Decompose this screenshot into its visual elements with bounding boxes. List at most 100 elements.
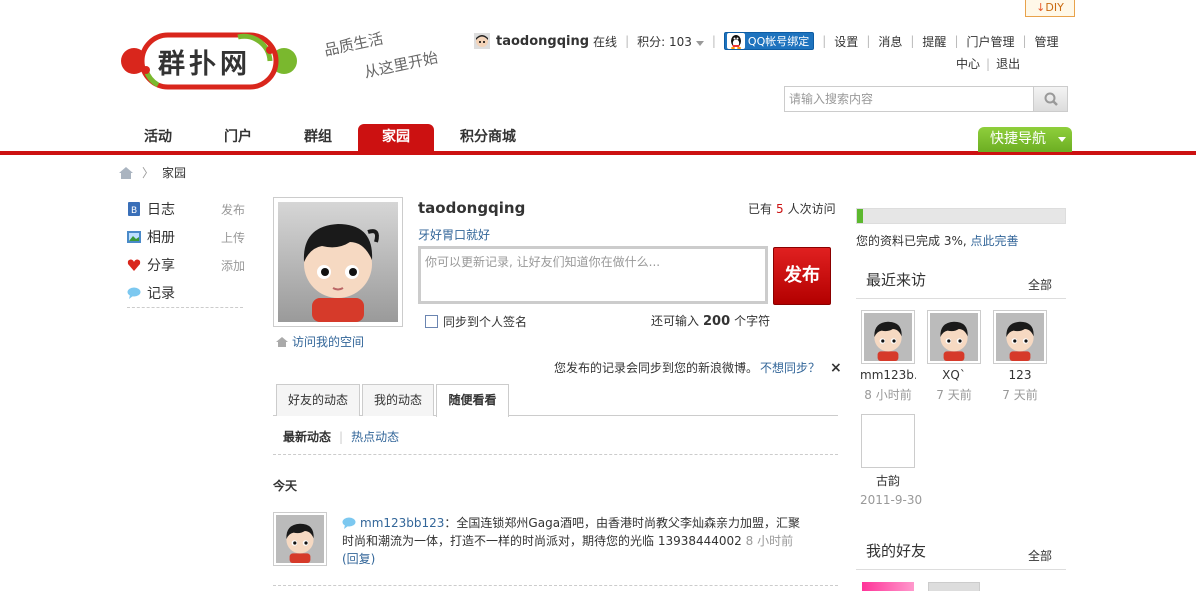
publish-button[interactable]: 发布 (773, 247, 831, 305)
nav-item-activity[interactable]: 活动 (118, 124, 198, 152)
album-upload-link[interactable]: 上传 (221, 229, 245, 246)
visitor-name[interactable]: 123 (992, 368, 1048, 382)
sidebar-item-label: 记录 (147, 286, 175, 302)
cartoon-avatar-image (930, 313, 978, 361)
search-icon (1044, 92, 1058, 106)
tab-browse[interactable]: 随便看看 (436, 384, 509, 417)
visit-count: 已有 5 人次访问 (748, 200, 836, 217)
tab-friends-feed[interactable]: 好友的动态 (276, 384, 360, 416)
sync-signature-label: 同步到个人签名 (443, 315, 528, 329)
nav-item-points-mall[interactable]: 积分商城 (434, 124, 542, 152)
weibo-opt-out-link[interactable]: 不想同步？ (760, 359, 820, 376)
sidebar-item-label: 日志 (147, 202, 175, 218)
close-icon[interactable]: × (830, 360, 842, 376)
visitor-time: 2011-9-30 (860, 493, 923, 507)
sync-signature-checkbox[interactable] (425, 315, 438, 328)
friend-avatar[interactable] (928, 582, 980, 591)
settings-link[interactable]: 设置 (834, 33, 858, 50)
visit-count-prefix: 已有 (748, 202, 773, 216)
section-divider (856, 298, 1066, 299)
friend-avatar[interactable] (862, 582, 914, 591)
qq-bind-label: QQ帐号绑定 (747, 35, 810, 48)
user-bar: taodongqing 在线 | 积分: 103 | QQ帐号绑定 | 设置 | … (474, 31, 1059, 51)
logout-link[interactable]: 退出 (996, 57, 1020, 71)
visitor-avatar[interactable] (861, 414, 915, 468)
tab-my-feed[interactable]: 我的动态 (362, 384, 434, 416)
visitor-avatar[interactable] (993, 310, 1047, 364)
logo-text: 群扑网 (158, 49, 251, 80)
recent-visitors-all-link[interactable]: 全部 (1028, 276, 1052, 293)
user-bar-row2: 中心 | 退出 (956, 57, 1021, 71)
feed-divider (273, 585, 838, 586)
profile-complete-label: 您的资料已完成 3%, (856, 234, 967, 248)
speech-bubble-icon (127, 287, 141, 299)
sidebar-item-blog[interactable]: B 日志 发布 (127, 195, 245, 223)
subtab-hot[interactable]: 热点动态 (351, 428, 399, 445)
nav-item-portal[interactable]: 门户 (198, 124, 278, 152)
notifications-link[interactable]: 提醒 (922, 33, 946, 50)
blog-icon: B (128, 202, 140, 216)
quick-nav-button[interactable]: 快捷导航 (978, 127, 1072, 152)
visitor-avatar[interactable] (927, 310, 981, 364)
visitor-name[interactable]: 古韵 (860, 472, 916, 489)
sidebar-item-album[interactable]: 相册 上传 (127, 223, 245, 251)
visitor-name[interactable]: XQ` (926, 368, 982, 382)
slogan-line-2: 从这里开始 (362, 48, 440, 82)
visitor-item[interactable]: 古韵 2011-9-30 (860, 414, 923, 507)
feed-reply-link[interactable]: (回复) (342, 552, 375, 566)
feed-user-link[interactable]: mm123bb123 (360, 516, 444, 530)
quick-nav-label: 快捷导航 (990, 131, 1046, 147)
profile-motto[interactable]: 牙好胃口就好 (418, 226, 490, 243)
visitor-avatar[interactable] (861, 310, 915, 364)
section-divider (856, 569, 1066, 570)
points-label: 积分: 103 (637, 34, 692, 49)
blog-publish-link[interactable]: 发布 (221, 201, 245, 218)
remaining-count: 200 (703, 314, 731, 329)
speech-bubble-icon (342, 517, 356, 529)
nav-item-groups[interactable]: 群组 (278, 124, 358, 152)
admin-link[interactable]: 管理 (1035, 33, 1059, 50)
remaining-chars: 还可输入 200 个字符 (651, 312, 770, 329)
search-button[interactable] (1033, 87, 1067, 111)
diy-button[interactable]: ↓DIY (1025, 0, 1075, 17)
points-menu[interactable]: 积分: 103 (637, 33, 704, 50)
search-input[interactable] (785, 87, 1033, 111)
online-status: 在线 (593, 34, 618, 49)
qq-bind-button[interactable]: QQ帐号绑定 (723, 32, 815, 50)
feed-divider (273, 454, 838, 455)
status-input[interactable] (425, 253, 761, 297)
site-logo[interactable]: 群扑网 (118, 30, 300, 92)
messages-link[interactable]: 消息 (878, 33, 902, 50)
feed-user-avatar[interactable] (273, 512, 327, 566)
sidebar-item-share[interactable]: 分享 添加 (127, 251, 245, 279)
username-link[interactable]: taodongqing (496, 34, 589, 49)
visitor-item[interactable]: mm123b… 8 小时前 (860, 310, 916, 403)
center-link[interactable]: 中心 (956, 57, 980, 71)
visitor-item[interactable]: 123 7 天前 (992, 310, 1048, 403)
visitor-name[interactable]: mm123b… (860, 368, 916, 382)
home-icon[interactable] (118, 166, 134, 180)
visit-space-link[interactable]: 访问我的空间 (292, 333, 364, 350)
breadcrumb: 〉 家园 (118, 164, 186, 181)
nav-item-home[interactable]: 家园 (358, 124, 434, 152)
sidebar-item-record[interactable]: 记录 (127, 279, 245, 307)
sync-signature-option[interactable]: 同步到个人签名 (425, 313, 527, 330)
portal-admin-link[interactable]: 门户管理 (966, 33, 1014, 50)
share-add-link[interactable]: 添加 (221, 257, 245, 274)
visit-my-space[interactable]: 访问我的空间 (275, 333, 364, 350)
chevron-right-icon: 〉 (142, 166, 155, 180)
my-friends-all-link[interactable]: 全部 (1028, 547, 1052, 564)
subtab-latest[interactable]: 最新动态 (283, 428, 331, 445)
profile-avatar[interactable] (273, 197, 403, 327)
cartoon-avatar-image (278, 202, 398, 322)
complete-profile-link[interactable]: 点此完善 (971, 234, 1019, 248)
user-avatar-icon[interactable] (474, 33, 490, 49)
search-box (784, 86, 1068, 112)
left-menu: B 日志 发布 相册 上传 分享 添加 记录 (127, 195, 245, 307)
diy-label: DIY (1045, 1, 1064, 14)
feed-tabs: 好友的动态 我的动态 随便看看 (273, 384, 838, 417)
sidebar-item-label: 相册 (147, 230, 175, 246)
main-nav: 活动 门户 群组 家园 积分商城 (118, 124, 542, 152)
visitor-item[interactable]: XQ` 7 天前 (926, 310, 982, 403)
feed-day-heading: 今天 (273, 479, 298, 493)
